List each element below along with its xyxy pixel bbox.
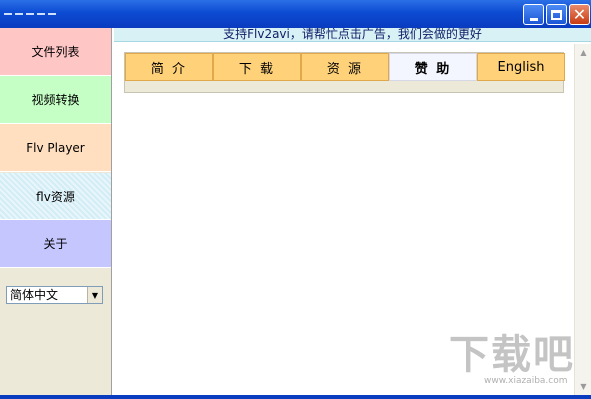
- close-button[interactable]: ✕: [569, 4, 590, 25]
- main-panel: 支持Flv2avi，请帮忙点击广告，我们会做的更好 简 介 下 载 资 源 赞 …: [112, 28, 591, 395]
- tab-strip: 简 介 下 载 资 源 赞 助 English: [124, 52, 565, 93]
- scroll-up-icon[interactable]: ▲: [575, 44, 591, 61]
- sidebar-item-label: 关于: [43, 237, 68, 251]
- minimize-icon: [529, 17, 538, 21]
- tab-label: 下 载: [238, 61, 276, 77]
- maximize-button[interactable]: [546, 4, 567, 25]
- tab-label: 资 源: [326, 61, 364, 77]
- sidebar-item-label: 文件列表: [31, 45, 80, 59]
- tab-resources[interactable]: 资 源: [301, 53, 389, 81]
- language-select-value: 简体中文: [10, 288, 59, 302]
- sidebar-item-file-list[interactable]: 文件列表: [0, 28, 111, 76]
- sidebar-item-flv-player[interactable]: Flv Player: [0, 124, 111, 172]
- tab-label: 赞 助: [414, 61, 452, 77]
- tab-label: English: [497, 59, 545, 75]
- tab-sponsor[interactable]: 赞 助: [389, 53, 477, 81]
- title-decoration: [4, 13, 56, 15]
- sidebar-item-label: flv资源: [36, 189, 75, 204]
- tab-download[interactable]: 下 载: [213, 53, 301, 81]
- ad-banner[interactable]: 支持Flv2avi，请帮忙点击广告，我们会做的更好: [114, 28, 591, 42]
- window-bottom-border: [0, 395, 591, 399]
- maximize-icon: [551, 9, 562, 20]
- tab-label: 简 介: [150, 61, 188, 77]
- sidebar: 文件列表 视频转换 Flv Player flv资源 关于 简体中文 ▼: [0, 28, 112, 395]
- sidebar-item-label: Flv Player: [26, 140, 85, 155]
- sidebar-item-label: 视频转换: [31, 93, 80, 107]
- chevron-down-icon[interactable]: ▼: [87, 287, 102, 303]
- sidebar-item-video-convert[interactable]: 视频转换: [0, 76, 111, 124]
- tab-english[interactable]: English: [477, 53, 565, 81]
- watermark-url: www.xiazaiba.com: [484, 376, 568, 386]
- minimize-button[interactable]: [523, 4, 544, 25]
- sidebar-item-about[interactable]: 关于: [0, 220, 111, 268]
- sidebar-item-flv-resources[interactable]: flv资源: [0, 173, 111, 220]
- close-icon: ✕: [572, 4, 587, 24]
- language-select[interactable]: 简体中文 ▼: [6, 286, 103, 304]
- client-area: 文件列表 视频转换 Flv Player flv资源 关于 简体中文 ▼ 支持F…: [0, 28, 591, 395]
- title-bar[interactable]: ✕: [0, 0, 591, 28]
- tab-intro[interactable]: 简 介: [125, 53, 213, 81]
